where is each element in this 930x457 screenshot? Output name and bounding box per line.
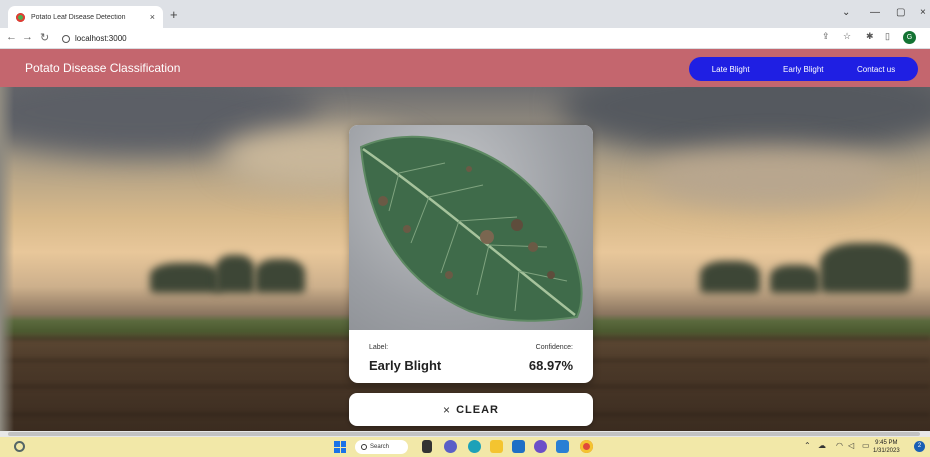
cloud-icon[interactable]: ☁ <box>818 441 826 450</box>
new-tab-button[interactable]: + <box>170 8 178 22</box>
task-view-icon[interactable] <box>422 440 432 453</box>
tree <box>255 259 305 293</box>
search-label: Search <box>370 444 390 450</box>
tree <box>215 255 255 293</box>
battery-icon[interactable]: ▭ <box>862 441 870 450</box>
nav-menu: Late Blight Early Blight Contact us <box>689 57 918 81</box>
browser-tab-bar: Potato Leaf Disease Detection × + ⌄ — ▢ … <box>0 0 930 28</box>
browser-tab[interactable]: Potato Leaf Disease Detection × <box>8 6 163 28</box>
windows-taskbar: Search ⌃ ☁ ◠ ◁ ▭ 9:45 PM 1/31/2023 2 <box>0 437 930 457</box>
search-icon <box>361 444 367 450</box>
vscode-icon[interactable] <box>556 440 569 453</box>
label-value: Early Blight <box>369 358 442 373</box>
chrome-icon[interactable] <box>580 440 593 453</box>
share-icon[interactable]: ⇪ <box>822 31 830 42</box>
result-panel: Label: Confidence: Early Blight 68.97% <box>349 330 593 383</box>
label-heading: Label: <box>369 344 389 351</box>
notification-badge[interactable]: 2 <box>914 441 925 452</box>
back-arrow-icon[interactable]: ← <box>6 31 17 43</box>
scene-edge <box>0 87 14 431</box>
clock-date: 1/31/2023 <box>873 448 900 454</box>
edge-browser-icon[interactable] <box>468 440 481 453</box>
taskbar-clock[interactable]: 9:45 PM 1/31/2023 <box>873 439 900 455</box>
profile-avatar[interactable]: G <box>903 31 916 44</box>
maximize-button[interactable]: ▢ <box>896 7 905 18</box>
app-title: Potato Disease Classification <box>25 61 181 75</box>
reload-icon[interactable]: ↻ <box>40 31 49 44</box>
wifi-icon[interactable]: ◠ <box>836 441 843 450</box>
site-info-icon[interactable] <box>62 34 70 43</box>
chat-icon[interactable] <box>444 440 457 453</box>
cloud <box>560 87 930 157</box>
field-row <box>0 385 930 388</box>
close-window-button[interactable]: × <box>920 7 926 18</box>
scrollbar-thumb[interactable] <box>8 432 920 436</box>
clear-label: CLEAR <box>456 403 499 416</box>
store-icon[interactable] <box>512 440 525 453</box>
tab-search-icon[interactable]: ⌄ <box>842 7 850 18</box>
clear-button[interactable]: × CLEAR <box>349 393 593 426</box>
start-windows-icon[interactable] <box>334 441 346 453</box>
weather-icon[interactable] <box>14 441 25 452</box>
url-text: localhost:3000 <box>75 34 127 43</box>
tab-title: Potato Leaf Disease Detection <box>31 13 126 21</box>
side-panel-icon[interactable]: ▯ <box>885 31 890 42</box>
file-explorer-icon[interactable] <box>490 440 503 453</box>
taskbar-search[interactable]: Search <box>355 440 408 454</box>
volume-icon[interactable]: ◁ <box>848 441 854 450</box>
url-field[interactable]: localhost:3000 <box>62 31 892 46</box>
tree <box>820 243 910 293</box>
nav-early-blight[interactable]: Early Blight <box>783 65 823 74</box>
leaf-image <box>349 125 593 330</box>
tree <box>150 263 220 293</box>
leaf-illustration <box>359 135 583 322</box>
tree <box>770 265 820 293</box>
tree <box>700 261 760 293</box>
bookmark-star-icon[interactable]: ☆ <box>843 31 851 42</box>
nav-late-blight[interactable]: Late Blight <box>712 65 750 74</box>
prediction-card: Label: Confidence: Early Blight 68.97% <box>349 125 593 383</box>
confidence-heading: Confidence: <box>535 344 573 351</box>
cloud <box>650 147 890 207</box>
confidence-value: 68.97% <box>528 358 573 373</box>
address-bar: ← → ↻ localhost:3000 ⇪ ☆ ✱ ▯ G <box>0 28 930 49</box>
extensions-puzzle-icon[interactable]: ✱ <box>866 31 874 42</box>
nav-contact-us[interactable]: Contact us <box>857 65 895 74</box>
forward-arrow-icon[interactable]: → <box>22 31 33 43</box>
close-icon: × <box>443 402 451 417</box>
tab-close-icon[interactable]: × <box>150 12 155 22</box>
tray-chevron-icon[interactable]: ⌃ <box>804 441 811 450</box>
minimize-button[interactable]: — <box>870 7 880 18</box>
tab-favicon-icon <box>16 12 25 22</box>
clock-time: 9:45 PM <box>875 440 898 446</box>
app-icon[interactable] <box>534 440 547 453</box>
